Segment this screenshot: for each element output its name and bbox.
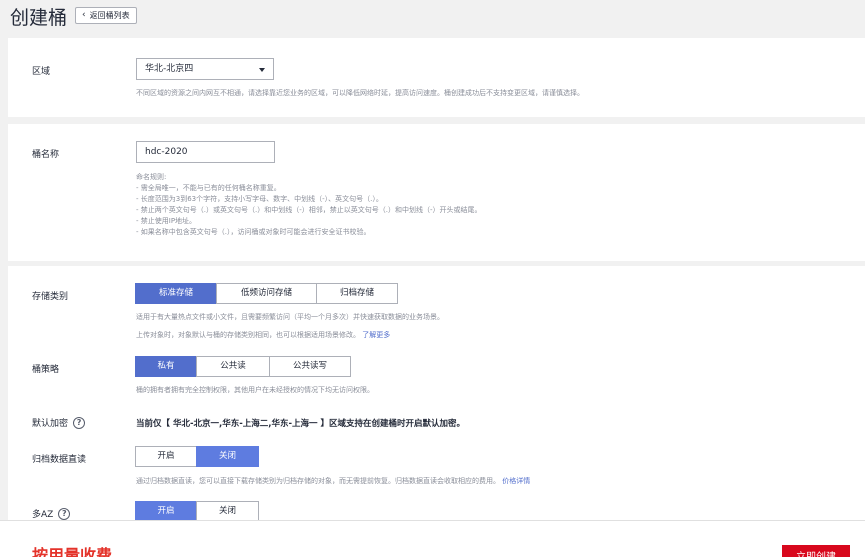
naming-rule-line: - 需全局唯一，不能与已有的任何桶名称重复。 xyxy=(136,184,281,192)
bucket-name-label: 桶名称 xyxy=(32,150,60,160)
region-label: 区域 xyxy=(32,67,51,77)
back-to-bucket-list-button[interactable]: ‹ 返回桶列表 xyxy=(75,7,137,24)
help-icon[interactable]: ? xyxy=(58,507,71,520)
multi-az-label-text: 多AZ xyxy=(32,510,54,520)
region-select[interactable]: 华北-北京四 xyxy=(136,58,274,80)
archive-direct-read-hint-text: 通过归档数据直读，您可以直接下载存储类别为归档存储的对象，而无需提前恢复。归档数… xyxy=(136,477,500,485)
naming-rules: 命名规则: - 需全局唯一，不能与已有的任何桶名称重复。 - 长度范围为3到63… xyxy=(136,172,481,238)
footer-bar: 按用量收费 立即创建 xyxy=(0,520,865,557)
page-header: 创建桶 ‹ 返回桶列表 xyxy=(0,0,865,32)
caret-down-icon xyxy=(259,68,265,72)
storage-class-hint-2: 上传对象时，对象默认与桶的存储类别相同，也可以根据适用场景修改。 了解更多 xyxy=(136,330,390,341)
multi-az-off[interactable]: 关闭 xyxy=(196,501,259,522)
encryption-note: 当前仅【 华北-北京一,华东-上海二,华东-上海一 】区域支持在创建桶时开启默认… xyxy=(136,419,465,429)
archive-direct-read-hint: 通过归档数据直读，您可以直接下载存储类别为归档存储的对象，而无需提前恢复。归档数… xyxy=(136,476,530,487)
naming-rule-line: 命名规则: xyxy=(136,173,167,181)
archive-direct-read-off[interactable]: 关闭 xyxy=(196,446,259,467)
page-title: 创建桶 xyxy=(10,7,68,29)
region-selected-value: 华北-北京四 xyxy=(145,64,194,74)
storage-class-archive[interactable]: 归档存储 xyxy=(316,283,398,304)
bucket-name-input[interactable]: hdc-2020 xyxy=(136,141,275,163)
help-icon[interactable]: ? xyxy=(73,416,86,429)
archive-direct-read-label: 归档数据直读 xyxy=(32,455,87,465)
bucket-policy-hint: 桶的拥有者拥有完全控制权限，其他用户在未经授权的情况下均无访问权限。 xyxy=(136,386,374,394)
storage-class-selector: 标准存储 低频访问存储 归档存储 xyxy=(135,283,398,304)
create-now-button[interactable]: 立即创建 xyxy=(782,545,850,557)
pricing-details-link[interactable]: 价格详情 xyxy=(502,477,530,485)
bucket-policy-selector: 私有 公共读 公共读写 xyxy=(135,356,351,377)
naming-rule-line: - 长度范围为3到63个字符，支持小写字母、数字、中划线（-）、英文句号（.）。 xyxy=(136,195,383,203)
storage-class-label: 存储类别 xyxy=(32,292,69,302)
storage-class-hint-text: 上传对象时，对象默认与桶的存储类别相同，也可以根据适用场景修改。 xyxy=(136,331,360,339)
default-encryption-label: 默认加密 ? xyxy=(32,416,86,429)
region-section: 区域 华北-北京四 不同区域的资源之间内网互不相通，请选择靠近您业务的区域，可以… xyxy=(8,38,865,117)
bucket-policy-public-read[interactable]: 公共读 xyxy=(196,356,270,377)
billing-mode: 按用量收费 xyxy=(32,546,113,557)
default-encryption-label-text: 默认加密 xyxy=(32,419,69,429)
storage-class-standard[interactable]: 标准存储 xyxy=(135,283,217,304)
naming-rule-line: - 如果名称中包含英文句号（.），访问桶或对象时可能会进行安全证书校验。 xyxy=(136,228,371,236)
bucket-options-section: 存储类别 标准存储 低频访问存储 归档存储 适用于有大量热点文件或小文件，且需要… xyxy=(8,266,865,522)
multi-az-on[interactable]: 开启 xyxy=(135,501,197,522)
back-button-label: 返回桶列表 xyxy=(89,11,130,20)
archive-direct-read-on[interactable]: 开启 xyxy=(135,446,197,467)
bucket-policy-private[interactable]: 私有 xyxy=(135,356,197,377)
archive-direct-read-selector: 开启 关闭 xyxy=(135,446,259,467)
bucket-policy-label: 桶策略 xyxy=(32,365,60,375)
bucket-name-section: 桶名称 hdc-2020 命名规则: - 需全局唯一，不能与已有的任何桶名称重复… xyxy=(8,124,865,261)
naming-rule-line: - 禁止使用IP地址。 xyxy=(136,217,197,225)
multi-az-selector: 开启 关闭 xyxy=(135,501,259,522)
storage-class-infrequent[interactable]: 低频访问存储 xyxy=(216,283,317,304)
region-hint: 不同区域的资源之间内网互不相通，请选择靠近您业务的区域，可以降低网络时延，提高访… xyxy=(136,89,584,97)
storage-class-hint: 适用于有大量热点文件或小文件，且需要频繁访问（平均一个月多次）并快速获取数据的业… xyxy=(136,313,444,321)
multi-az-label: 多AZ ? xyxy=(32,507,71,520)
bucket-policy-public-read-write[interactable]: 公共读写 xyxy=(269,356,351,377)
naming-rule-line: - 禁止两个英文句号（.）或英文句号（.）和中划线（-）相邻，禁止以英文句号（.… xyxy=(136,206,482,214)
learn-more-link[interactable]: 了解更多 xyxy=(362,331,390,339)
chevron-left-icon: ‹ xyxy=(82,10,86,20)
